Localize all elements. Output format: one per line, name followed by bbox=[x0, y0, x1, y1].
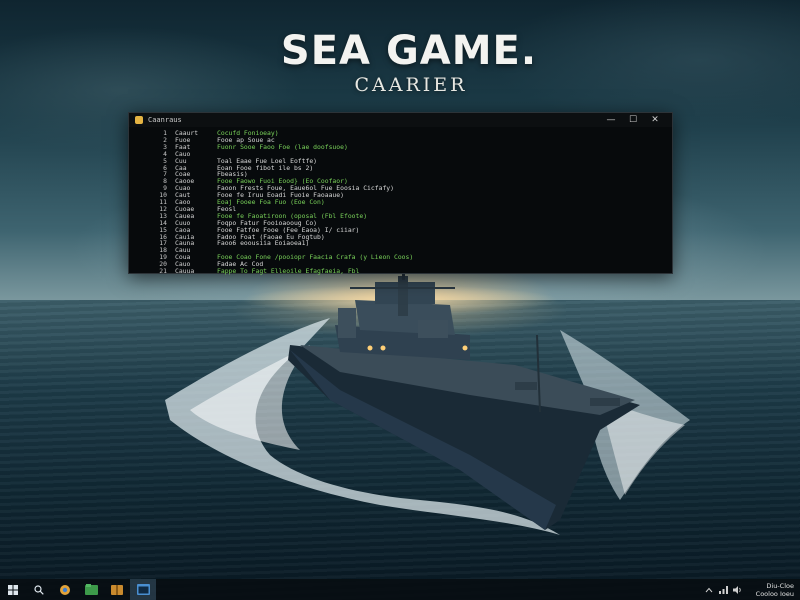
taskbar-app-browser[interactable] bbox=[52, 579, 78, 600]
minimize-button[interactable]: — bbox=[600, 113, 622, 127]
file-manager-icon bbox=[84, 584, 98, 595]
system-tray: Diu-Cloe Cooloo Ioeu bbox=[702, 579, 800, 600]
game-subtitle: CAARIER bbox=[354, 74, 468, 96]
archive-icon bbox=[111, 584, 123, 595]
console-line-code: Cauua bbox=[175, 267, 195, 275]
console-output[interactable]: 1 Caaurt Cocufd Fonioeay) 2 Fuoe Fooe ap Soue… bbox=[129, 127, 672, 275]
console-titlebar[interactable]: Caanraus — ☐ ✕ bbox=[129, 113, 672, 127]
console-app-icon bbox=[135, 116, 143, 124]
console-line-text: Fappe To Fagt Elleoile Efagfaeia, Fbl bbox=[217, 267, 360, 275]
search-button[interactable] bbox=[26, 579, 52, 600]
chevron-up-icon[interactable] bbox=[702, 579, 716, 600]
taskbar-app-archive[interactable] bbox=[104, 579, 130, 600]
taskbar: Diu-Cloe Cooloo Ioeu bbox=[0, 579, 800, 600]
maximize-button[interactable]: ☐ bbox=[622, 113, 644, 127]
browser-icon bbox=[60, 584, 70, 595]
game-title: SEA GAME. bbox=[280, 28, 538, 74]
close-button[interactable]: ✕ bbox=[644, 113, 666, 127]
network-icon[interactable] bbox=[716, 579, 730, 600]
volume-icon[interactable] bbox=[730, 579, 744, 600]
taskbar-app-console[interactable] bbox=[130, 579, 156, 600]
taskbar-app-files[interactable] bbox=[78, 579, 104, 600]
console-window[interactable]: Caanraus — ☐ ✕ 1 Caaurt Cocufd Fonioeay) 2 F… bbox=[128, 112, 673, 275]
clock-line-2: Cooloo Ioeu bbox=[755, 589, 794, 598]
search-icon bbox=[34, 584, 44, 595]
console-window-title: Caanraus bbox=[148, 116, 182, 124]
clock-line-1: Diu-Cloe bbox=[766, 581, 794, 590]
windows-logo-icon bbox=[8, 584, 18, 595]
start-button[interactable] bbox=[0, 579, 26, 600]
game-title-block: SEA GAME. CAARIER bbox=[0, 28, 800, 96]
console-line-number: 21 bbox=[159, 267, 167, 275]
taskbar-clock[interactable]: Diu-Cloe Cooloo Ioeu bbox=[744, 582, 800, 598]
console-app-icon bbox=[136, 584, 150, 595]
console-line: 21 Cauua Fappe To Fagt Elleoile Efagfaeia,… bbox=[129, 268, 659, 275]
